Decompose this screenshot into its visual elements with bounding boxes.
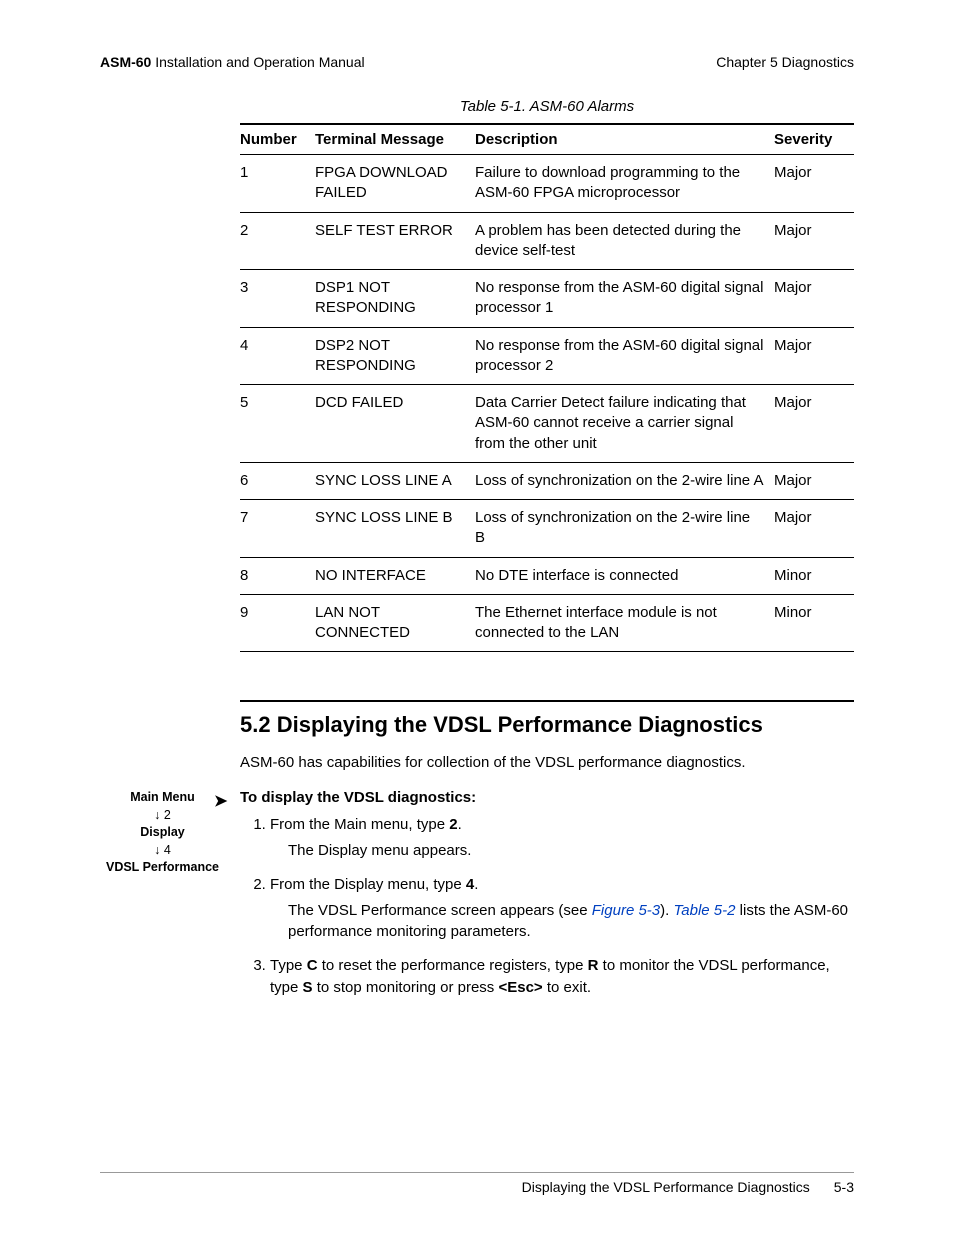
cell-desc: A problem has been detected during the d… (475, 212, 774, 270)
running-header: ASM-60 Installation and Operation Manual… (100, 54, 854, 70)
step-2-result: The VDSL Performance screen appears (see… (288, 900, 854, 944)
cell-num: 4 (240, 327, 315, 385)
section-number: 5.2 (240, 712, 271, 737)
cell-desc: Loss of synchronization on the 2-wire li… (475, 500, 774, 558)
step-2: From the Display menu, type 4. The VDSL … (270, 874, 854, 943)
col-severity: Severity (774, 124, 854, 155)
procedure-block: Main Menu ↓ 2 Display ↓ 4 VDSL Performan… (240, 789, 854, 998)
table-row: 9LAN NOT CONNECTEDThe Ethernet interface… (240, 594, 854, 652)
header-left: ASM-60 Installation and Operation Manual (100, 54, 365, 70)
cell-desc: No DTE interface is connected (475, 557, 774, 594)
procedure-heading: ➤ To display the VDSL diagnostics: (240, 789, 854, 806)
cell-msg: NO INTERFACE (315, 557, 475, 594)
cell-msg: LAN NOT CONNECTED (315, 594, 475, 652)
table-row: 2SELF TEST ERRORA problem has been detec… (240, 212, 854, 270)
cell-num: 6 (240, 462, 315, 499)
cell-desc: No response from the ASM-60 digital sign… (475, 270, 774, 328)
nav-main-menu: Main Menu (100, 789, 225, 807)
cell-sev: Major (774, 212, 854, 270)
nav-arrow-2: ↓ 2 (100, 807, 225, 825)
cell-msg: SYNC LOSS LINE B (315, 500, 475, 558)
main-content: Table 5-1. ASM-60 Alarms Number Terminal… (240, 98, 854, 999)
cell-num: 8 (240, 557, 315, 594)
alarms-table: Number Terminal Message Description Seve… (240, 123, 854, 652)
product-name: ASM-60 (100, 54, 151, 70)
cell-desc: Failure to download programming to the A… (475, 155, 774, 213)
cell-sev: Minor (774, 594, 854, 652)
cell-msg: SELF TEST ERROR (315, 212, 475, 270)
cell-desc: Loss of synchronization on the 2-wire li… (475, 462, 774, 499)
footer-page: 5-3 (834, 1179, 854, 1195)
cell-msg: SYNC LOSS LINE A (315, 462, 475, 499)
cell-desc: No response from the ASM-60 digital sign… (475, 327, 774, 385)
cell-desc: The Ethernet interface module is not con… (475, 594, 774, 652)
cell-msg: DSP1 NOT RESPONDING (315, 270, 475, 328)
col-number: Number (240, 124, 315, 155)
section-lead: ASM-60 has capabilities for collection o… (240, 752, 854, 773)
col-message: Terminal Message (315, 124, 475, 155)
figure-5-3-link[interactable]: Figure 5-3 (592, 902, 660, 919)
table-row: 1FPGA DOWNLOAD FAILEDFailure to download… (240, 155, 854, 213)
page-footer: Displaying the VDSL Performance Diagnost… (100, 1172, 854, 1195)
cell-desc: Data Carrier Detect failure indicating t… (475, 385, 774, 463)
cell-sev: Major (774, 155, 854, 213)
section-title: Displaying the VDSL Performance Diagnost… (277, 712, 763, 737)
table-row: 4DSP2 NOT RESPONDINGNo response from the… (240, 327, 854, 385)
section-heading: 5.2 Displaying the VDSL Performance Diag… (240, 712, 854, 738)
cell-msg: FPGA DOWNLOAD FAILED (315, 155, 475, 213)
step-3: Type C to reset the performance register… (270, 955, 854, 999)
nav-arrow-4: ↓ 4 (100, 842, 225, 860)
cell-sev: Major (774, 385, 854, 463)
footer-title: Displaying the VDSL Performance Diagnost… (522, 1179, 810, 1195)
cell-num: 7 (240, 500, 315, 558)
cell-msg: DCD FAILED (315, 385, 475, 463)
table-caption: Table 5-1. ASM-60 Alarms (240, 98, 854, 115)
page: ASM-60 Installation and Operation Manual… (0, 0, 954, 1235)
col-desc: Description (475, 124, 774, 155)
cell-sev: Major (774, 462, 854, 499)
triangle-bullet-icon: ➤ (214, 791, 227, 811)
step-1: From the Main menu, type 2. The Display … (270, 814, 854, 862)
cell-sev: Minor (774, 557, 854, 594)
menu-path-sidebar: Main Menu ↓ 2 Display ↓ 4 VDSL Performan… (100, 789, 225, 877)
cell-sev: Major (774, 500, 854, 558)
cell-sev: Major (774, 327, 854, 385)
cell-num: 3 (240, 270, 315, 328)
cell-sev: Major (774, 270, 854, 328)
table-row: 7SYNC LOSS LINE BLoss of synchronization… (240, 500, 854, 558)
section-rule (240, 700, 854, 702)
nav-vdsl: VDSL Performance (100, 859, 225, 877)
cell-num: 2 (240, 212, 315, 270)
step-1-result: The Display menu appears. (288, 840, 854, 862)
manual-title: Installation and Operation Manual (155, 54, 364, 70)
nav-display: Display (100, 824, 225, 842)
cell-num: 9 (240, 594, 315, 652)
cell-msg: DSP2 NOT RESPONDING (315, 327, 475, 385)
table-row: 6SYNC LOSS LINE ALoss of synchronization… (240, 462, 854, 499)
header-right: Chapter 5 Diagnostics (716, 54, 854, 70)
table-row: 3DSP1 NOT RESPONDINGNo response from the… (240, 270, 854, 328)
cell-num: 1 (240, 155, 315, 213)
procedure-steps: From the Main menu, type 2. The Display … (240, 814, 854, 998)
table-row: 8NO INTERFACENo DTE interface is connect… (240, 557, 854, 594)
cell-num: 5 (240, 385, 315, 463)
table-5-2-link[interactable]: Table 5-2 (673, 902, 735, 919)
table-row: 5DCD FAILEDData Carrier Detect failure i… (240, 385, 854, 463)
procedure-heading-text: To display the VDSL diagnostics: (240, 789, 476, 806)
table-header-row: Number Terminal Message Description Seve… (240, 124, 854, 155)
